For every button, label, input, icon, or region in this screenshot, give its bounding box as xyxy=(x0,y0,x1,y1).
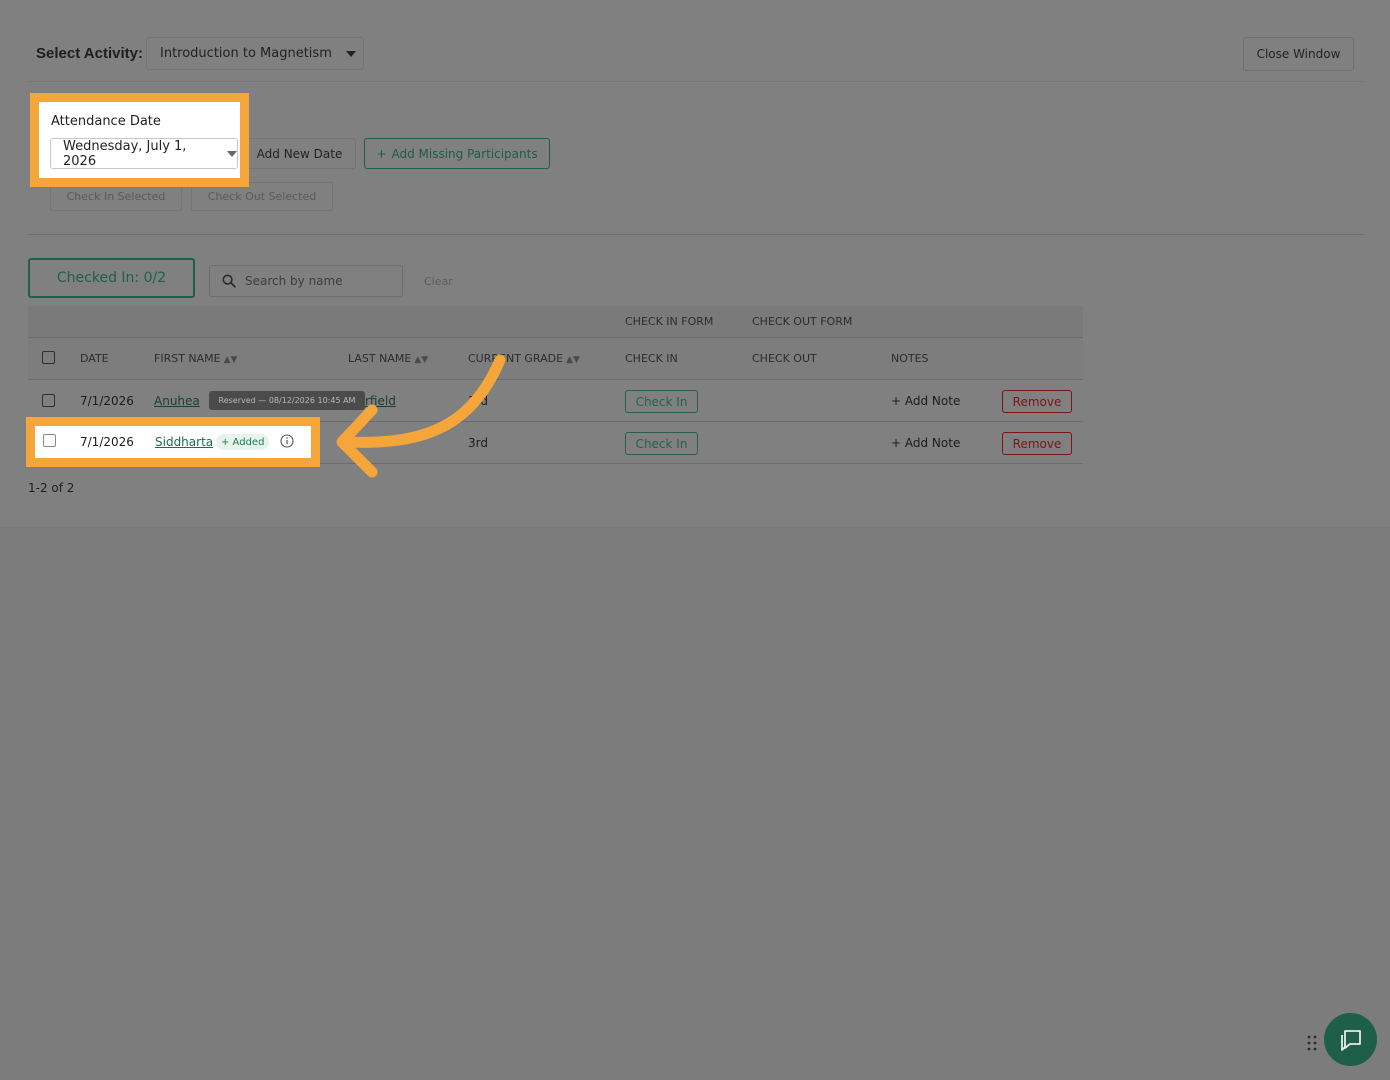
annotation-arrow-icon xyxy=(336,354,506,478)
chat-button[interactable] xyxy=(1324,1013,1377,1066)
drag-grip-icon[interactable] xyxy=(1307,1034,1317,1052)
chat-icon xyxy=(1340,1029,1361,1051)
